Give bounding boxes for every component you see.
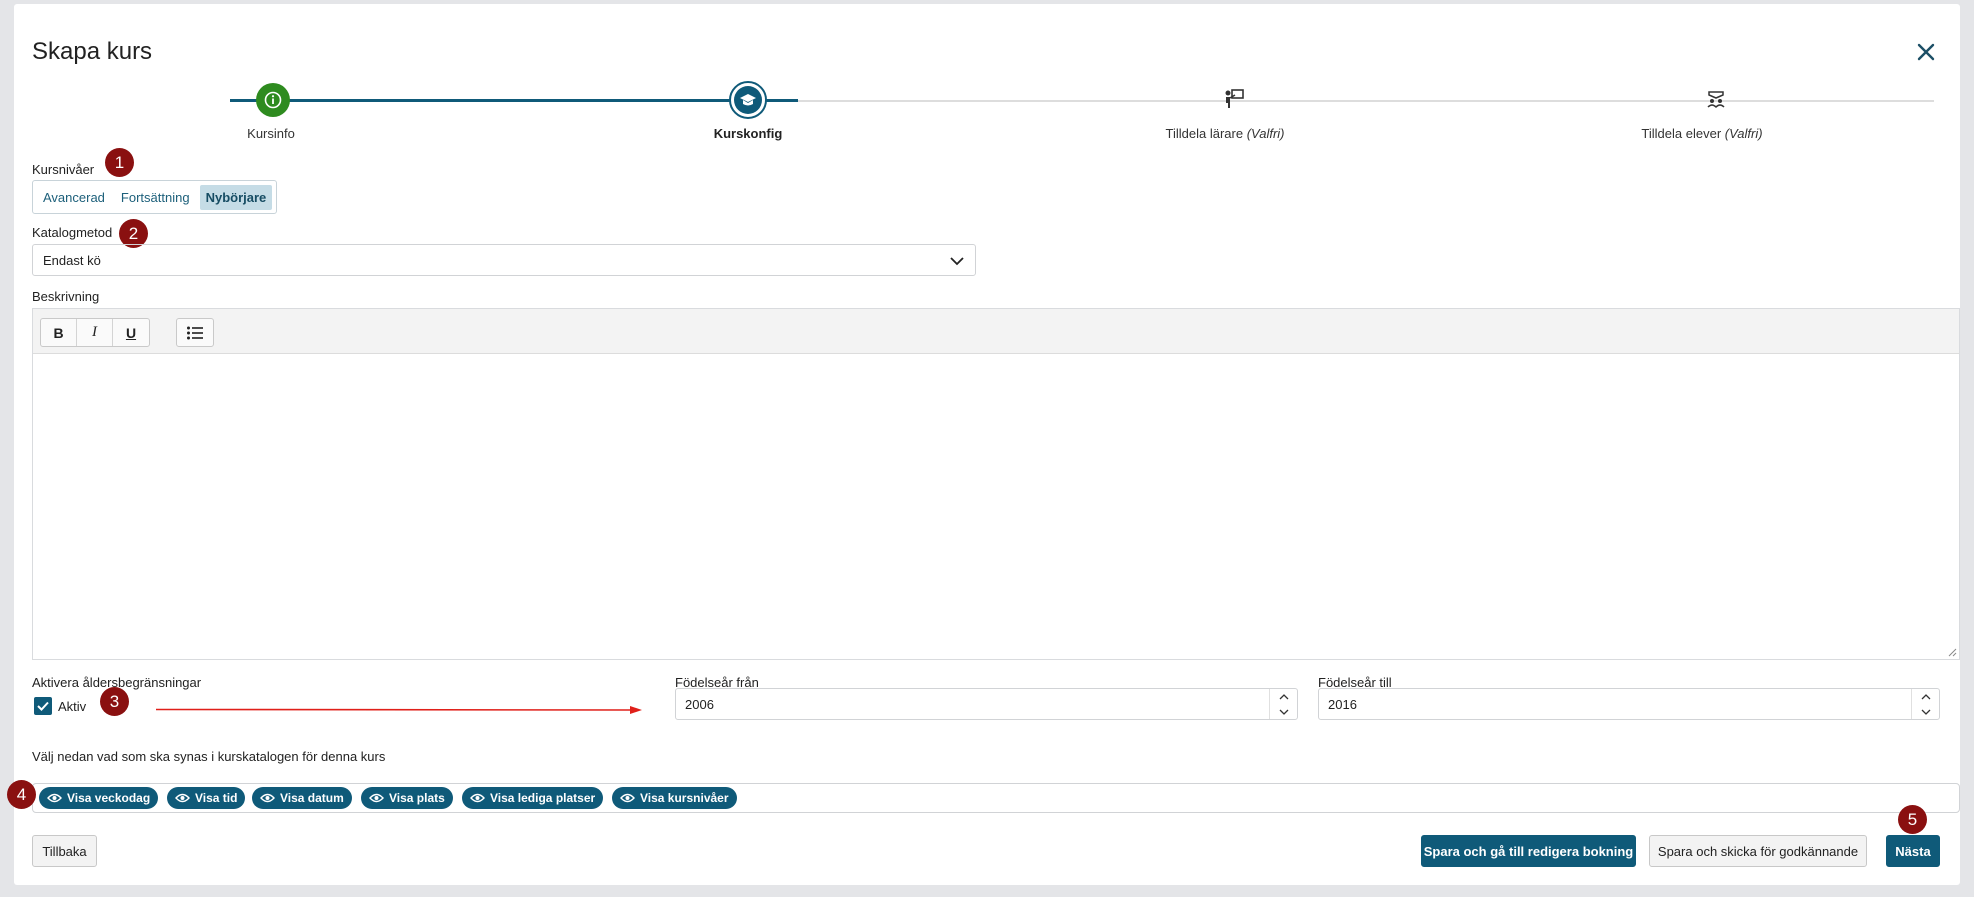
eye-icon — [369, 793, 384, 803]
annotation-badge-4: 4 — [7, 780, 36, 809]
stepper-progress-line — [230, 99, 798, 102]
chip-visa-kursnivaer[interactable]: Visa kursnivåer — [612, 787, 737, 809]
chip-visa-veckodag[interactable]: Visa veckodag — [39, 787, 159, 809]
step-label-kursinfo: Kursinfo — [247, 126, 295, 141]
close-button[interactable] — [1912, 38, 1940, 66]
bold-button[interactable]: B — [41, 319, 77, 346]
step-label-tilldela-elever: Tilldela elever (Valfri) — [1641, 126, 1763, 141]
step-kurskonfig[interactable] — [729, 81, 767, 119]
resize-handle-icon[interactable] — [1947, 647, 1957, 657]
age-active-checkbox[interactable] — [34, 697, 52, 715]
chevron-down-icon[interactable] — [1921, 709, 1931, 715]
levels-label: Kursnivåer — [32, 162, 95, 177]
chip-visa-datum[interactable]: Visa datum — [252, 787, 352, 809]
list-button-group — [176, 318, 214, 347]
stepper-remaining-line — [798, 100, 1934, 102]
chip-visa-plats[interactable]: Visa plats — [361, 787, 453, 809]
level-option-nyborjare[interactable]: Nybörjare — [199, 184, 273, 210]
birth-year-from-spinner[interactable] — [1269, 689, 1297, 719]
eye-icon — [260, 793, 275, 803]
close-icon — [1917, 43, 1935, 61]
chevron-down-icon[interactable] — [1279, 709, 1289, 715]
bullet-list-icon — [187, 326, 203, 339]
annotation-badge-1: 1 — [105, 148, 134, 177]
chevron-down-icon — [950, 257, 964, 266]
eye-icon — [620, 793, 635, 803]
next-button[interactable]: Nästa — [1886, 835, 1940, 867]
annotation-badge-5: 5 — [1898, 805, 1927, 834]
description-label: Beskrivning — [32, 289, 100, 304]
description-textarea[interactable] — [33, 355, 1959, 659]
annotation-badge-3: 3 — [100, 687, 129, 716]
birth-year-to-input[interactable]: 2016 — [1318, 688, 1940, 720]
dialog-title: Skapa kurs — [32, 38, 153, 65]
catalog-label: Katalogmetod — [32, 225, 113, 240]
chevron-up-icon[interactable] — [1921, 693, 1931, 700]
bullet-list-button[interactable] — [177, 319, 213, 346]
students-icon — [1707, 91, 1725, 109]
level-option-avancerad[interactable]: Avancerad — [37, 185, 111, 210]
step-label-tilldela-larare: Tilldela lärare (Valfri) — [1165, 126, 1285, 141]
chevron-up-icon[interactable] — [1279, 693, 1289, 700]
birth-year-from-value: 2006 — [685, 697, 714, 712]
step-label-kurskonfig: Kurskonfig — [713, 126, 783, 141]
step-kursinfo[interactable] — [256, 83, 290, 117]
italic-button[interactable]: I — [77, 319, 113, 346]
eye-icon — [175, 793, 190, 803]
catalog-method-value: Endast kö — [43, 253, 101, 268]
step-tilldela-larare[interactable] — [1223, 88, 1245, 115]
catalog-method-select[interactable]: Endast kö — [32, 244, 976, 276]
visibility-label: Välj nedan vad som ska synas i kurskatal… — [32, 749, 386, 764]
description-editor: B I U — [32, 308, 1960, 660]
levels-segmented-control: Avancerad Fortsättning Nybörjare — [32, 180, 278, 214]
step-tilldela-elever[interactable] — [1706, 89, 1726, 114]
chip-visa-lediga-platser[interactable]: Visa lediga platser — [462, 787, 604, 809]
underline-button[interactable]: U — [113, 319, 149, 346]
checkmark-icon — [37, 701, 49, 711]
create-course-dialog: Skapa kurs Kursinfo Kurskonfig Tilldela … — [7, 4, 1960, 885]
back-button[interactable]: Tillbaka — [32, 835, 97, 867]
birth-year-from-input[interactable]: 2006 — [675, 688, 1298, 720]
format-button-group: B I U — [40, 318, 150, 347]
birth-year-to-value: 2016 — [1328, 697, 1357, 712]
editor-toolbar: B I U — [33, 309, 1959, 354]
teacher-icon — [1225, 89, 1244, 108]
birth-year-to-spinner[interactable] — [1911, 689, 1939, 719]
age-active-label: Aktiv — [58, 699, 87, 714]
chip-visa-tid[interactable]: Visa tid — [167, 787, 246, 809]
save-and-submit-button[interactable]: Spara och skicka för godkännande — [1649, 835, 1867, 867]
course-icon — [740, 94, 756, 106]
level-option-fortsattning[interactable]: Fortsättning — [115, 185, 196, 210]
annotation-arrow — [155, 706, 642, 714]
eye-icon — [47, 793, 62, 803]
save-and-edit-booking-button[interactable]: Spara och gå till redigera bokning — [1421, 835, 1636, 867]
eye-icon — [470, 793, 485, 803]
info-icon — [264, 91, 282, 109]
